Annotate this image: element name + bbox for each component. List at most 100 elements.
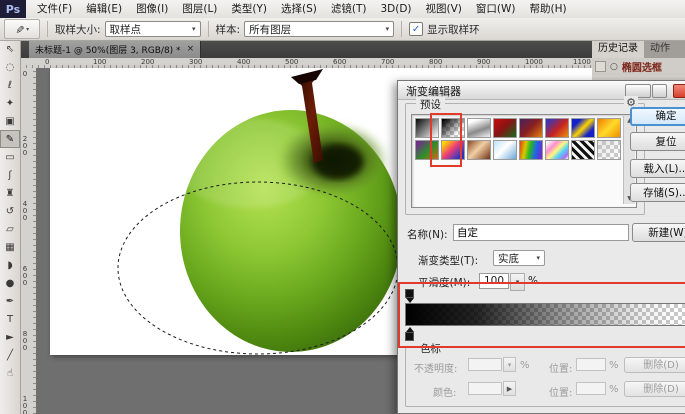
tool-5[interactable]: ✎ bbox=[0, 130, 20, 148]
ruler-label-11: 1100 bbox=[573, 58, 592, 67]
position-label: 位置: bbox=[549, 360, 572, 375]
gradient-swatch-fill bbox=[546, 119, 568, 137]
sample-layers-select[interactable]: 所有图层 ▾ bbox=[244, 21, 394, 37]
tab-history[interactable]: 历史记录 bbox=[592, 40, 644, 58]
eyedropper-icon: ✎ bbox=[13, 24, 26, 33]
menu-item-9[interactable]: 窗口(W) bbox=[469, 0, 523, 18]
sample-size-select[interactable]: 取样点 ▾ bbox=[105, 21, 201, 37]
tool-6[interactable]: ▭ bbox=[0, 148, 20, 166]
gradient-swatch-7[interactable] bbox=[597, 118, 621, 138]
reset-button[interactable]: 复位 bbox=[630, 132, 685, 151]
gradient-swatch-5[interactable] bbox=[545, 118, 569, 138]
tool-1[interactable]: ◌ bbox=[0, 58, 20, 76]
history-item[interactable]: ○ 椭圆选框 bbox=[592, 58, 685, 75]
ruler-label-1: 100 bbox=[93, 58, 141, 67]
menu-item-10[interactable]: 帮助(H) bbox=[523, 0, 574, 18]
menu-item-5[interactable]: 选择(S) bbox=[274, 0, 324, 18]
ruler-label-3: 300 bbox=[189, 58, 237, 67]
tool-icon: ╱ bbox=[7, 350, 13, 361]
menu-items: 文件(F)编辑(E)图像(I)图层(L)类型(Y)选择(S)滤镜(T)3D(D)… bbox=[30, 0, 574, 18]
sample-label: 样本: bbox=[216, 22, 241, 37]
tool-8[interactable]: ♜ bbox=[0, 184, 20, 202]
tool-14[interactable]: ✒ bbox=[0, 292, 20, 310]
sample-layers-value: 所有图层 bbox=[249, 22, 291, 37]
tool-icon: ✒ bbox=[6, 296, 14, 307]
chevron-down-icon: ▾ bbox=[26, 26, 29, 33]
menu-item-2[interactable]: 图像(I) bbox=[129, 0, 175, 18]
gradient-swatch-fill bbox=[494, 141, 516, 159]
vertical-ruler-labels: 02004006008001000 bbox=[21, 70, 29, 414]
ok-button[interactable]: 确定 bbox=[630, 107, 685, 126]
gradient-swatch-14[interactable] bbox=[571, 140, 595, 160]
menu-item-0[interactable]: 文件(F) bbox=[30, 0, 79, 18]
gradient-swatch-fill bbox=[572, 141, 594, 159]
tool-7[interactable]: ʃ bbox=[0, 166, 20, 184]
gradient-swatch-2[interactable] bbox=[467, 118, 491, 138]
ruler-label-2: 200 bbox=[141, 58, 189, 67]
color-well[interactable] bbox=[468, 382, 502, 395]
delete-color-stop-button[interactable]: 删除(D) bbox=[624, 381, 685, 397]
tool-9[interactable]: ↺ bbox=[0, 202, 20, 220]
save-button[interactable]: 存储(S)... bbox=[630, 183, 685, 202]
percent-sign: % bbox=[609, 360, 619, 371]
tool-10[interactable]: ▱ bbox=[0, 220, 20, 238]
tool-3[interactable]: ✦ bbox=[0, 94, 20, 112]
ruler-label-0: 0 bbox=[21, 70, 29, 135]
gradient-swatch-15[interactable] bbox=[597, 140, 621, 160]
tool-15[interactable]: T bbox=[0, 310, 20, 328]
gradient-name-input[interactable] bbox=[453, 224, 629, 241]
tool-16[interactable]: ► bbox=[0, 328, 20, 346]
history-source-checkbox[interactable] bbox=[595, 61, 606, 72]
document-tab[interactable]: 未标题-1 @ 50%(图层 3, RGB/8) * × bbox=[29, 40, 201, 58]
opacity-input[interactable] bbox=[468, 358, 502, 371]
delete-opacity-stop-button[interactable]: 删除(D) bbox=[624, 357, 685, 373]
tool-4[interactable]: ▣ bbox=[0, 112, 20, 130]
close-button[interactable] bbox=[673, 84, 685, 98]
gradient-swatch-fill bbox=[546, 141, 568, 159]
load-button[interactable]: 载入(L)... bbox=[630, 159, 685, 178]
tool-icon: ◗ bbox=[7, 260, 12, 271]
tool-icon: ▱ bbox=[6, 224, 14, 235]
menu-item-1[interactable]: 编辑(E) bbox=[79, 0, 129, 18]
gradient-swatch-3[interactable] bbox=[493, 118, 517, 138]
tool-17[interactable]: ╱ bbox=[0, 346, 20, 364]
select-arrow-icon: ▾ bbox=[386, 25, 390, 33]
tool-0[interactable]: ⇖ bbox=[0, 40, 20, 58]
tab-actions[interactable]: 动作 bbox=[644, 40, 676, 58]
maximize-button[interactable] bbox=[652, 84, 667, 98]
tool-18[interactable]: ☝ bbox=[0, 364, 20, 382]
gradient-swatch-12[interactable] bbox=[519, 140, 543, 160]
gradient-swatch-13[interactable] bbox=[545, 140, 569, 160]
sample-size-value: 取样点 bbox=[110, 22, 142, 37]
gradient-swatch-10[interactable] bbox=[467, 140, 491, 160]
opacity-slider-button[interactable]: ▾ bbox=[503, 357, 516, 372]
color-position-input[interactable] bbox=[576, 382, 606, 395]
menu-item-4[interactable]: 类型(Y) bbox=[224, 0, 274, 18]
gradient-swatch-4[interactable] bbox=[519, 118, 543, 138]
gradient-type-select[interactable]: 实底 ▾ bbox=[493, 250, 545, 266]
tool-icon: ▭ bbox=[5, 152, 14, 163]
gradient-swatch-11[interactable] bbox=[493, 140, 517, 160]
tool-11[interactable]: ▦ bbox=[0, 238, 20, 256]
opacity-position-input[interactable] bbox=[576, 358, 606, 371]
menu-item-7[interactable]: 3D(D) bbox=[373, 0, 418, 18]
ruler-label-4: 400 bbox=[237, 58, 285, 67]
gradient-swatch-fill bbox=[520, 141, 542, 159]
gradient-swatch-6[interactable] bbox=[571, 118, 595, 138]
tool-preset-picker[interactable]: ✎ ▾ bbox=[4, 19, 40, 39]
tool-icon: ♜ bbox=[6, 188, 15, 199]
menu-item-3[interactable]: 图层(L) bbox=[175, 0, 224, 18]
tool-12[interactable]: ◗ bbox=[0, 256, 20, 274]
annotation-box-gradient-bar bbox=[398, 282, 685, 348]
tool-13[interactable]: ● bbox=[0, 274, 20, 292]
new-button[interactable]: 新建(W) bbox=[632, 223, 685, 242]
tool-2[interactable]: ℓ bbox=[0, 76, 20, 94]
menu-item-8[interactable]: 视图(V) bbox=[419, 0, 469, 18]
color-menu-button[interactable]: ▶ bbox=[503, 381, 516, 396]
close-icon[interactable]: × bbox=[187, 44, 195, 54]
show-sampling-ring-checkbox[interactable]: ✓ bbox=[409, 22, 423, 36]
menu-item-6[interactable]: 滤镜(T) bbox=[324, 0, 374, 18]
tool-icon: ʃ bbox=[8, 170, 11, 181]
vertical-ruler: 02004006008001000 bbox=[20, 68, 37, 414]
tool-icon: ◌ bbox=[6, 62, 15, 73]
